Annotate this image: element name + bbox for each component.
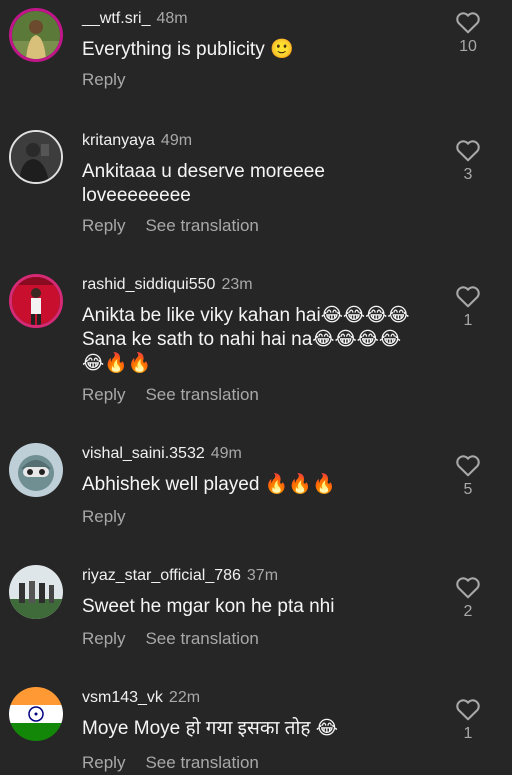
avatar[interactable] <box>9 687 63 741</box>
avatar[interactable] <box>9 565 63 619</box>
reply-button[interactable]: Reply <box>82 507 125 526</box>
heart-outline-icon[interactable] <box>455 453 481 477</box>
see-translation-button[interactable]: See translation <box>145 216 258 235</box>
comment-username[interactable]: riyaz_star_official_786 <box>82 567 241 584</box>
see-translation-button[interactable]: See translation <box>145 629 258 648</box>
comment-username[interactable]: vsm143_vk <box>82 689 163 706</box>
reply-button[interactable]: Reply <box>82 70 125 89</box>
heart-outline-icon[interactable] <box>455 575 481 599</box>
heart-outline-icon[interactable] <box>455 138 481 162</box>
see-translation-button[interactable]: See translation <box>145 385 258 404</box>
comment-username[interactable]: vishal_saini.3532 <box>82 445 205 462</box>
comment-timestamp: 49m <box>210 445 242 462</box>
avatar[interactable] <box>9 130 63 184</box>
comment-timestamp: 22m <box>168 689 201 706</box>
comment-username[interactable]: kritanyaya <box>82 132 155 149</box>
comment-timestamp: 23m <box>221 276 253 293</box>
reply-button[interactable]: Reply <box>82 216 125 235</box>
comment-username[interactable]: __wtf.sri_ <box>82 10 150 27</box>
heart-outline-icon[interactable] <box>455 284 481 308</box>
like-count: 1 <box>463 725 473 742</box>
comment-text: Ankitaaa u deserve moreeee loveeeeeeee <box>82 161 325 206</box>
comment-text: Moye Moye हो गया इसका तोह 😂 <box>82 718 338 739</box>
avatar[interactable] <box>9 8 63 62</box>
avatar[interactable] <box>9 274 63 328</box>
comment-timestamp: 49m <box>160 132 193 149</box>
comment-username[interactable]: rashid_siddiqui550 <box>82 276 215 293</box>
avatar[interactable] <box>9 443 63 497</box>
like-count: 1 <box>463 312 473 329</box>
see-translation-button[interactable]: See translation <box>145 753 258 772</box>
reply-button[interactable]: Reply <box>82 753 125 772</box>
reply-button[interactable]: Reply <box>82 629 125 648</box>
like-count: 3 <box>463 166 473 183</box>
heart-outline-icon[interactable] <box>455 10 481 34</box>
comment-text: Everything is publicity 🙂 <box>82 39 294 60</box>
like-count: 10 <box>459 38 477 55</box>
comment-timestamp: 37m <box>246 567 279 584</box>
like-count: 5 <box>463 481 473 498</box>
comment-text: Sweet he mgar kon he pta nhi <box>82 596 335 617</box>
heart-outline-icon[interactable] <box>455 697 481 721</box>
like-count: 2 <box>463 603 473 620</box>
reply-button[interactable]: Reply <box>82 385 125 404</box>
comment-text: Abhishek well played 🔥🔥🔥 <box>82 474 336 495</box>
comment-timestamp: 48m <box>156 10 188 27</box>
comment-text: Anikta be like viky kahan hai😂😂😂😂 Sana k… <box>82 305 410 374</box>
